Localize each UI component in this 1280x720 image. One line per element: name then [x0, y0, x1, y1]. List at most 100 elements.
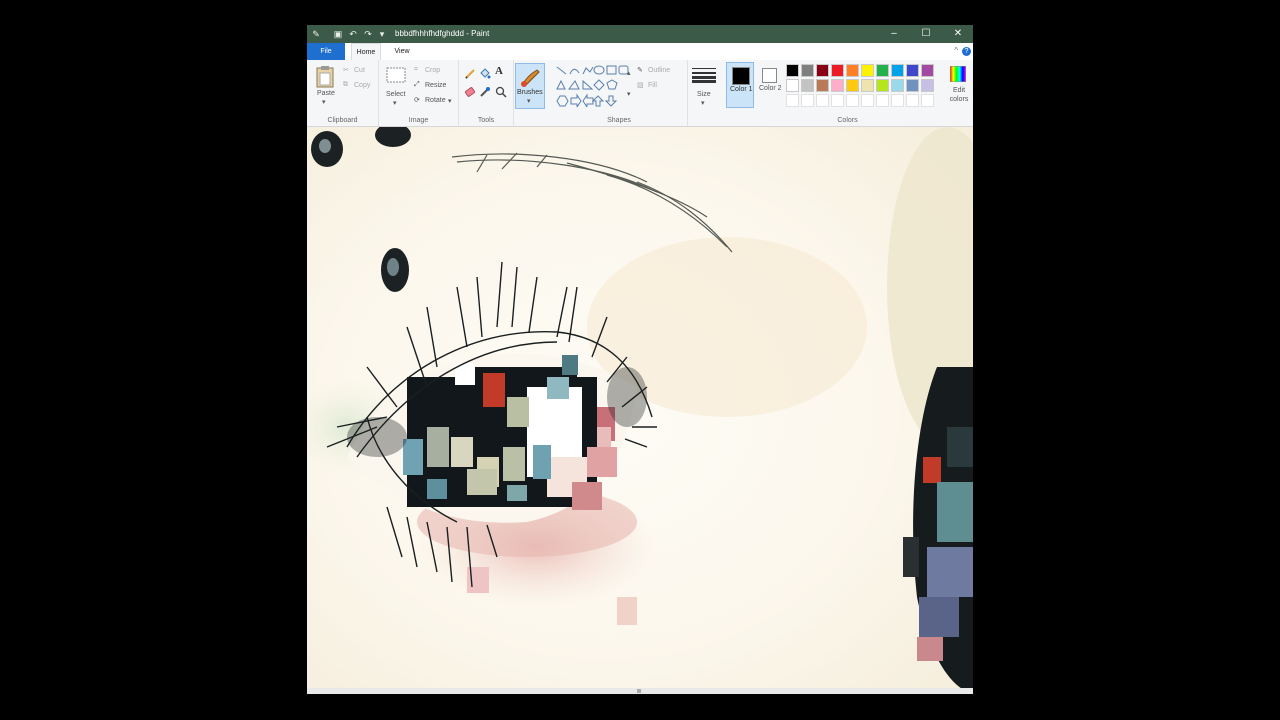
- palette-empty-swatch[interactable]: [831, 94, 844, 107]
- palette-swatch[interactable]: [906, 64, 919, 77]
- crop-button[interactable]: Crop: [425, 67, 440, 74]
- palette-empty-swatch[interactable]: [891, 94, 904, 107]
- select-button[interactable]: Select ▾: [383, 64, 409, 110]
- fill-button[interactable]: Fill: [648, 82, 657, 89]
- resize-button[interactable]: Resize: [425, 82, 446, 89]
- palette-empty-swatch[interactable]: [846, 94, 859, 107]
- palette-swatch[interactable]: [891, 79, 904, 92]
- palette-empty-swatch[interactable]: [816, 94, 829, 107]
- brushes-dropdown-icon: ▾: [527, 98, 531, 105]
- paste-label: Paste: [317, 90, 335, 97]
- color2-label: Color 2: [759, 85, 782, 92]
- palette-swatch[interactable]: [876, 79, 889, 92]
- color1-button[interactable]: Color 1: [726, 62, 754, 108]
- magnifier-icon[interactable]: [495, 86, 507, 98]
- palette-empty-swatch[interactable]: [921, 94, 934, 107]
- rotate-dropdown-icon[interactable]: ▾: [448, 97, 452, 105]
- fill-icon: ▨: [637, 82, 644, 89]
- drawing-canvas[interactable]: [307, 127, 973, 694]
- colors-group: Color 1 Color 2 Edit colors Colors: [722, 60, 973, 126]
- tools-group: A Tools: [459, 60, 514, 126]
- palette-swatch[interactable]: [831, 64, 844, 77]
- colors-group-label: Colors: [837, 117, 858, 124]
- brushes-label: Brushes: [517, 89, 543, 96]
- pencil-icon[interactable]: [464, 68, 476, 80]
- edit-colors-button[interactable]: Edit colors: [944, 62, 972, 108]
- palette-swatch[interactable]: [921, 64, 934, 77]
- palette-empty-swatch[interactable]: [801, 94, 814, 107]
- customize-quick-access-icon[interactable]: ▾: [377, 28, 387, 40]
- palette-swatch[interactable]: [801, 79, 814, 92]
- redo-icon[interactable]: ↷: [363, 28, 373, 40]
- palette-swatch[interactable]: [921, 79, 934, 92]
- rotate-button[interactable]: Rotate: [425, 97, 446, 104]
- copy-button[interactable]: Copy: [354, 82, 370, 89]
- resize-icon: ⤢: [414, 81, 420, 88]
- palette-swatch[interactable]: [876, 64, 889, 77]
- minimize-button[interactable]: –: [879, 25, 909, 43]
- select-icon: [386, 67, 406, 83]
- palette-swatch[interactable]: [861, 64, 874, 77]
- rotate-icon: ⟳: [414, 97, 420, 104]
- image-group: Select ▾ ⌗ Crop ⤢ Resize ⟳ Rotate ▾ Imag…: [379, 60, 459, 126]
- paint-window: ✎ ▣ ↶ ↷ ▾ bbbdfhhhfhdfghddd - Paint – ☐ …: [307, 25, 973, 694]
- outline-icon: ✎: [637, 67, 643, 74]
- color-picker-icon[interactable]: [479, 86, 491, 98]
- palette-swatch[interactable]: [801, 64, 814, 77]
- paste-dropdown-icon: ▾: [322, 99, 326, 106]
- window-title: bbbdfhhhfhdfghddd - Paint: [395, 29, 490, 38]
- color2-button[interactable]: Color 2: [756, 62, 784, 108]
- save-icon[interactable]: ▣: [333, 28, 343, 40]
- paste-button[interactable]: Paste ▾: [312, 64, 338, 110]
- shapes-gallery[interactable]: [555, 65, 631, 107]
- tab-home[interactable]: Home: [351, 43, 381, 60]
- palette-swatch[interactable]: [786, 64, 799, 77]
- image-group-label: Image: [408, 117, 429, 124]
- palette-swatch[interactable]: [891, 64, 904, 77]
- paint-app-icon[interactable]: ✎: [311, 28, 321, 40]
- copy-icon: ⧉: [343, 81, 348, 88]
- paste-icon: [316, 66, 334, 88]
- palette-empty-swatch[interactable]: [876, 94, 889, 107]
- palette-swatch[interactable]: [846, 79, 859, 92]
- palette-swatch[interactable]: [816, 79, 829, 92]
- palette-swatch[interactable]: [846, 64, 859, 77]
- palette-swatch[interactable]: [786, 79, 799, 92]
- canvas-artwork: [307, 127, 973, 694]
- size-button[interactable]: Size ▾: [688, 63, 720, 109]
- collapse-ribbon-icon[interactable]: ^: [954, 46, 958, 55]
- size-icon: [692, 68, 716, 83]
- brushes-button[interactable]: Brushes ▾: [515, 63, 545, 109]
- palette-empty-swatch[interactable]: [786, 94, 799, 107]
- close-button[interactable]: ✕: [943, 25, 973, 43]
- color1-label: Color 1: [730, 86, 753, 93]
- cut-icon: ✂: [343, 67, 349, 74]
- palette-swatch[interactable]: [831, 79, 844, 92]
- eraser-icon[interactable]: [464, 86, 476, 98]
- palette-empty-swatch[interactable]: [861, 94, 874, 107]
- cut-button[interactable]: Cut: [354, 67, 365, 74]
- edit-colors-icon: [950, 66, 966, 82]
- palette-swatch[interactable]: [906, 79, 919, 92]
- color2-swatch: [762, 68, 777, 83]
- clipboard-group-label: Clipboard: [327, 117, 358, 124]
- undo-icon[interactable]: ↶: [348, 28, 358, 40]
- help-icon[interactable]: ?: [962, 47, 971, 56]
- crop-icon: ⌗: [414, 66, 418, 73]
- shapes-more-icon[interactable]: ▾: [627, 90, 631, 98]
- shapes-scroll-icon[interactable]: ▴: [627, 69, 631, 77]
- palette-empty-swatch[interactable]: [906, 94, 919, 107]
- maximize-button[interactable]: ☐: [911, 25, 941, 43]
- palette-swatch[interactable]: [861, 79, 874, 92]
- select-dropdown-icon: ▾: [393, 100, 397, 107]
- tools-group-label: Tools: [477, 117, 495, 124]
- text-tool-icon[interactable]: A: [495, 65, 503, 77]
- tab-file[interactable]: File: [307, 43, 345, 60]
- tab-view[interactable]: View: [389, 43, 415, 60]
- brush-icon: [521, 69, 540, 87]
- select-label: Select: [386, 91, 406, 98]
- color-palette: [786, 64, 938, 108]
- fill-bucket-icon[interactable]: [479, 68, 491, 80]
- outline-button[interactable]: Outline: [648, 67, 670, 74]
- palette-swatch[interactable]: [816, 64, 829, 77]
